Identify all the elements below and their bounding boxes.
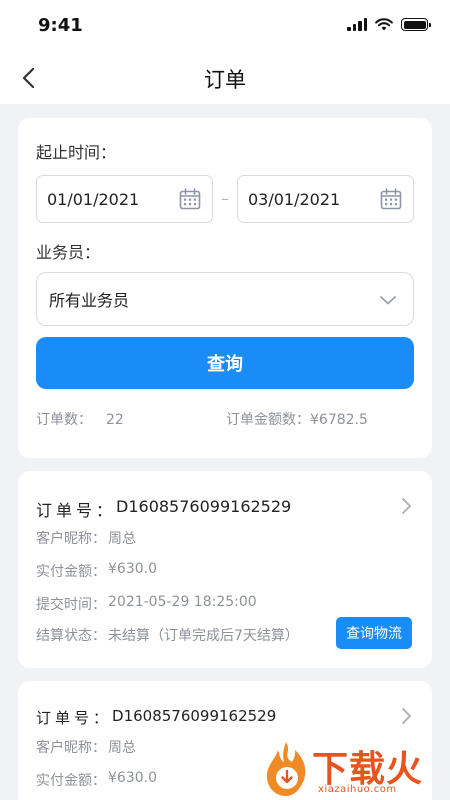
end-date-field[interactable]: 03/01/2021: [237, 175, 414, 223]
order-amount-label: 订单金额数：: [226, 412, 310, 428]
order-number-value: D1608576099162529: [116, 497, 292, 516]
customer-label: 客户昵称：: [36, 740, 106, 756]
paid-amount-row: 实付金额： ¥630.0: [36, 561, 157, 581]
status-time: 9:41: [38, 15, 83, 36]
settlement-status-value: 未结算（订单完成后7天结算）: [108, 628, 299, 644]
status-bar: 9:41: [0, 0, 450, 52]
paid-amount-label: 实付金额：: [36, 773, 106, 789]
chevron-down-icon: [380, 296, 396, 305]
wifi-icon: [375, 18, 393, 31]
customer-row: 客户昵称： 周总: [36, 528, 136, 548]
order-amount-value: ¥6782.5: [310, 412, 368, 428]
status-icons: [347, 18, 431, 31]
paid-amount-row: 实付金额： ¥630.0: [36, 770, 157, 790]
order-number-row: 订单号： D1608576099162529: [36, 707, 276, 728]
paid-amount-label: 实付金额：: [36, 564, 106, 580]
customer-label: 客户昵称：: [36, 531, 106, 547]
salesperson-value: 所有业务员: [49, 291, 130, 310]
paid-amount-value: ¥630.0: [108, 561, 157, 577]
date-range-label: 起止时间：: [36, 143, 117, 162]
battery-icon: [401, 18, 431, 31]
order-number-label: 订单号：: [36, 501, 117, 520]
paid-amount-value: ¥630.0: [108, 770, 157, 786]
watermark-logo: 下载火 xiazaihuo.com: [262, 738, 450, 800]
flame-logo-icon: [266, 742, 306, 796]
submit-time-row: 提交时间： 2021-05-29 18:25:00: [36, 594, 257, 614]
filter-card: 起止时间： 01/01/2021 – 03/01/2021 业务员： 所有业务员: [18, 118, 432, 458]
track-logistics-button[interactable]: 查询物流: [336, 617, 412, 649]
calendar-icon[interactable]: [380, 188, 402, 210]
customer-value: 周总: [108, 531, 136, 547]
date-range-separator: –: [221, 189, 229, 208]
submit-time-label: 提交时间：: [36, 597, 106, 613]
settlement-status-label: 结算状态：: [36, 628, 106, 644]
start-date-field[interactable]: 01/01/2021: [36, 175, 213, 223]
end-date-value: 03/01/2021: [248, 189, 341, 209]
chevron-right-icon[interactable]: [400, 707, 412, 725]
customer-row: 客户昵称： 周总: [36, 737, 136, 757]
order-count-value: 22: [106, 412, 124, 428]
order-number-label: 订单号：: [36, 709, 113, 727]
settlement-status-row: 结算状态： 未结算（订单完成后7天结算）: [36, 625, 299, 645]
submit-time-value: 2021-05-29 18:25:00: [108, 594, 257, 610]
salesperson-label: 业务员：: [36, 243, 101, 262]
chevron-right-icon[interactable]: [400, 497, 412, 515]
order-number-value: D1608576099162529: [112, 707, 277, 725]
customer-value: 周总: [108, 740, 136, 756]
query-button[interactable]: 查询: [36, 337, 414, 389]
order-amount-stat: 订单金额数：¥6782.5: [226, 409, 368, 429]
calendar-icon[interactable]: [179, 188, 201, 210]
start-date-value: 01/01/2021: [47, 189, 140, 209]
order-number-row: 订单号： D1608576099162529: [36, 497, 291, 521]
salesperson-select[interactable]: 所有业务员: [36, 272, 414, 326]
order-count-stat: 订单数： 22: [36, 409, 124, 429]
page-title: 订单: [204, 68, 246, 92]
cellular-signal-icon: [347, 18, 367, 31]
watermark-domain: xiazaihuo.com: [318, 784, 397, 795]
order-card[interactable]: 订单号： D1608576099162529 客户昵称： 周总 实付金额： ¥630.…: [18, 471, 432, 668]
nav-bar: 订单: [0, 52, 450, 104]
order-count-label: 订单数：: [36, 412, 92, 428]
